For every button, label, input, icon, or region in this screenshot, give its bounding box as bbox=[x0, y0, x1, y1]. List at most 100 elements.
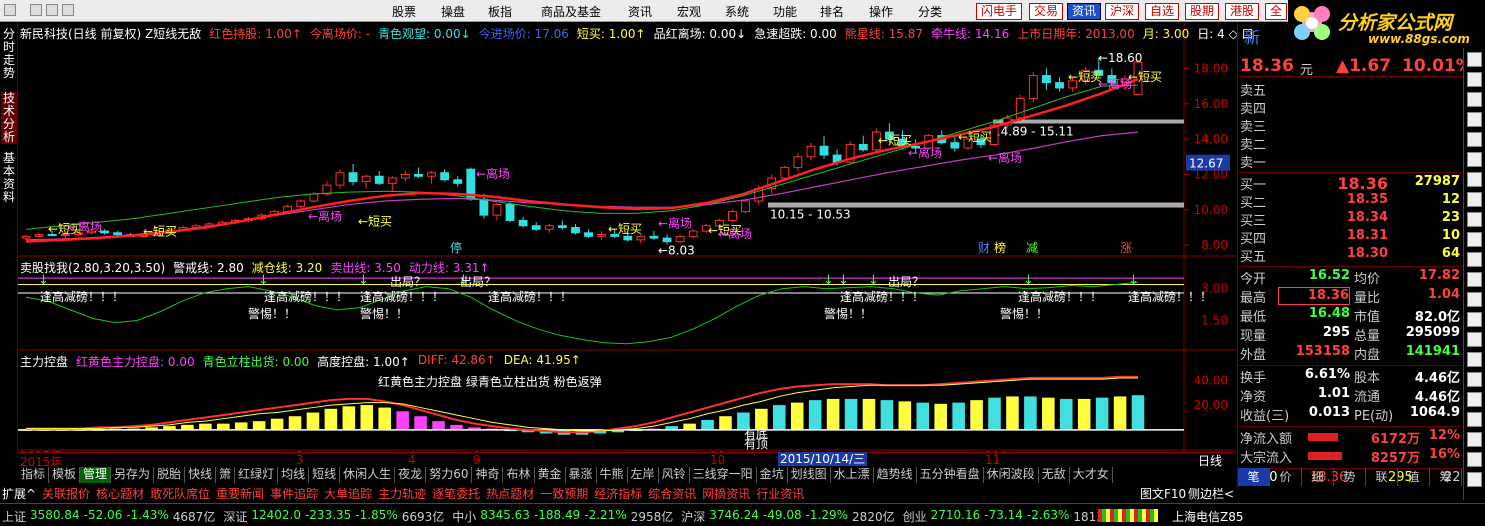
toolbar-icon[interactable] bbox=[1467, 72, 1482, 87]
indicator-tab[interactable]: 均线 bbox=[278, 467, 310, 483]
toolbar-icon[interactable] bbox=[1467, 372, 1482, 387]
info-tab[interactable]: 一致预期 bbox=[540, 485, 588, 502]
menu-item[interactable]: 操盘 bbox=[441, 3, 465, 20]
menu-item[interactable]: 分类 bbox=[918, 3, 942, 20]
info-tab[interactable]: 行业资讯 bbox=[756, 485, 804, 502]
quick-tab[interactable]: 闪电手 bbox=[976, 3, 1023, 20]
menu-item[interactable]: 系统 bbox=[725, 3, 749, 20]
indicator-tab[interactable]: 神奇 bbox=[472, 467, 504, 483]
toolbar-icon[interactable] bbox=[1467, 432, 1482, 447]
toolbar-icon[interactable] bbox=[1467, 92, 1482, 107]
info-tab[interactable]: 事件追踪 bbox=[270, 485, 318, 502]
toolbar-icon[interactable] bbox=[1467, 412, 1482, 427]
toolbar-icon[interactable] bbox=[1467, 52, 1482, 67]
quote-tab[interactable]: 价 bbox=[1270, 468, 1302, 486]
minimize-icon[interactable] bbox=[62, 4, 74, 16]
quick-tab[interactable]: 资讯 bbox=[1067, 3, 1102, 20]
toolbar-icon[interactable] bbox=[1467, 152, 1482, 167]
quote-tab[interactable]: 细 bbox=[1302, 468, 1334, 486]
indicator-tab[interactable]: 风铃 bbox=[659, 467, 690, 483]
indicator-tab[interactable]: 休闲人生 bbox=[340, 467, 396, 483]
menu-item[interactable]: 商品及基金 bbox=[541, 3, 601, 20]
info-tab[interactable]: 敢死队席位 bbox=[150, 485, 210, 502]
toolbar-icon[interactable] bbox=[1467, 232, 1482, 247]
indicator-tab[interactable]: 管理 bbox=[80, 467, 112, 483]
toolbar-icon[interactable] bbox=[1467, 212, 1482, 227]
chart-area[interactable]: 18.00 16.00 14.00 12.00 10.00 8.00 12.67 14.89 … bbox=[18, 22, 1254, 463]
info-tab[interactable]: 大单追踪 bbox=[324, 485, 372, 502]
toolbar-icon[interactable] bbox=[1467, 332, 1482, 347]
indicator-tab[interactable]: 脱胎 bbox=[154, 467, 186, 483]
indicator-tab[interactable]: 左岸 bbox=[628, 467, 659, 483]
info-tab[interactable]: 核心题材 bbox=[96, 485, 144, 502]
info-tab[interactable]: 逐笔委托 bbox=[432, 485, 480, 502]
toolbar-icon[interactable] bbox=[1467, 192, 1482, 207]
indicator-tab[interactable]: 暴涨 bbox=[566, 467, 597, 483]
left-tab[interactable]: 技术分析 bbox=[1, 92, 17, 144]
toolbar-icon[interactable] bbox=[1467, 392, 1482, 407]
menu-item[interactable]: 操作 bbox=[869, 3, 893, 20]
index-name[interactable]: 中小 bbox=[452, 508, 476, 525]
info-tab[interactable]: 经济指标 bbox=[594, 485, 642, 502]
indicator-tab[interactable]: 箫 bbox=[216, 467, 236, 483]
indicator-tab[interactable]: 牛熊 bbox=[597, 467, 628, 483]
info-tab-right[interactable]: 图文F10 bbox=[1140, 485, 1186, 502]
quick-tab[interactable]: 全 bbox=[1265, 3, 1288, 20]
left-tab[interactable]: 分时走势 bbox=[1, 28, 17, 80]
indicator-tab[interactable]: 无敌 bbox=[1039, 467, 1070, 483]
indicator-tab[interactable]: 红绿灯 bbox=[235, 467, 279, 483]
chart-canvas[interactable]: 18.0016.0014.0012.0010.008.0012.6714.89 … bbox=[18, 22, 1236, 463]
toolbar-icon[interactable] bbox=[1467, 172, 1482, 187]
index-name[interactable]: 深证 bbox=[223, 508, 247, 525]
info-tab[interactable]: 热点题材 bbox=[486, 485, 534, 502]
quote-tab[interactable]: 笔 bbox=[1238, 468, 1270, 486]
index-name[interactable]: 沪深 bbox=[681, 508, 705, 525]
indicator-tab[interactable]: 水上漂 bbox=[831, 467, 874, 483]
quick-tab[interactable]: 自选 bbox=[1145, 3, 1180, 20]
toolbar-icon[interactable] bbox=[1467, 312, 1482, 327]
info-tab[interactable]: 综合资讯 bbox=[648, 485, 696, 502]
toolbar-icon[interactable] bbox=[1467, 252, 1482, 267]
info-tab[interactable]: 重要新闻 bbox=[216, 485, 264, 502]
info-tab[interactable]: 网摘资讯 bbox=[702, 485, 750, 502]
menu-item[interactable]: 板指 bbox=[488, 3, 512, 20]
quick-tab[interactable]: 沪深 bbox=[1105, 3, 1140, 20]
indicator-tab[interactable]: 大才女 bbox=[1070, 467, 1113, 483]
indicator-tab[interactable]: 努力60 bbox=[426, 467, 473, 483]
indicator-tab[interactable]: 布林 bbox=[503, 467, 535, 483]
forward-icon[interactable] bbox=[46, 4, 58, 16]
menu-item[interactable]: 股票 bbox=[392, 3, 416, 20]
info-tab[interactable]: 扩展^ bbox=[2, 485, 36, 502]
indicator-tab[interactable]: 金坑 bbox=[757, 467, 788, 483]
indicator-tab[interactable]: 五分钟看盘 bbox=[917, 467, 984, 483]
quick-tab[interactable]: 港股 bbox=[1225, 3, 1260, 20]
indicator-tab[interactable]: 趋势线 bbox=[874, 467, 917, 483]
indicator-tab[interactable]: 短线 bbox=[309, 467, 341, 483]
quote-tab[interactable]: 值 bbox=[1398, 468, 1430, 486]
info-tab[interactable]: 主力轨迹 bbox=[378, 485, 426, 502]
quote-tab[interactable]: 联 bbox=[1366, 468, 1398, 486]
toolbar-icon[interactable] bbox=[1467, 352, 1482, 367]
menu-item[interactable]: 排名 bbox=[820, 3, 844, 20]
indicator-tab[interactable]: 三线穿一阳 bbox=[690, 467, 757, 483]
server-label[interactable]: 上海电信Z85 bbox=[1172, 508, 1244, 525]
index-name[interactable]: 创业 bbox=[903, 508, 927, 525]
indicator-tab[interactable]: 划线图 bbox=[788, 467, 831, 483]
info-tab[interactable]: 关联报价 bbox=[42, 485, 90, 502]
indicator-tab[interactable]: 快线 bbox=[185, 467, 217, 483]
toolbar-icon[interactable] bbox=[1467, 112, 1482, 127]
indicator-tab[interactable]: 黄金 bbox=[535, 467, 566, 483]
menu-item[interactable]: 宏观 bbox=[677, 3, 701, 20]
menu-item[interactable]: 资讯 bbox=[628, 3, 652, 20]
back-icon[interactable] bbox=[30, 4, 42, 16]
quick-tab[interactable]: 股期 bbox=[1185, 3, 1220, 20]
indicator-tab[interactable]: 休闲波段 bbox=[984, 467, 1039, 483]
quote-tab[interactable]: 筹 bbox=[1430, 468, 1462, 486]
menu-item[interactable]: 功能 bbox=[773, 3, 797, 20]
toolbar-icon[interactable] bbox=[1467, 132, 1482, 147]
toolbar-icon[interactable] bbox=[1467, 272, 1482, 287]
indicator-tab[interactable]: 另存为 bbox=[111, 467, 155, 483]
app-icon[interactable] bbox=[4, 4, 16, 16]
quote-tab[interactable]: 势 bbox=[1334, 468, 1366, 486]
toolbar-icon[interactable] bbox=[1467, 292, 1482, 307]
